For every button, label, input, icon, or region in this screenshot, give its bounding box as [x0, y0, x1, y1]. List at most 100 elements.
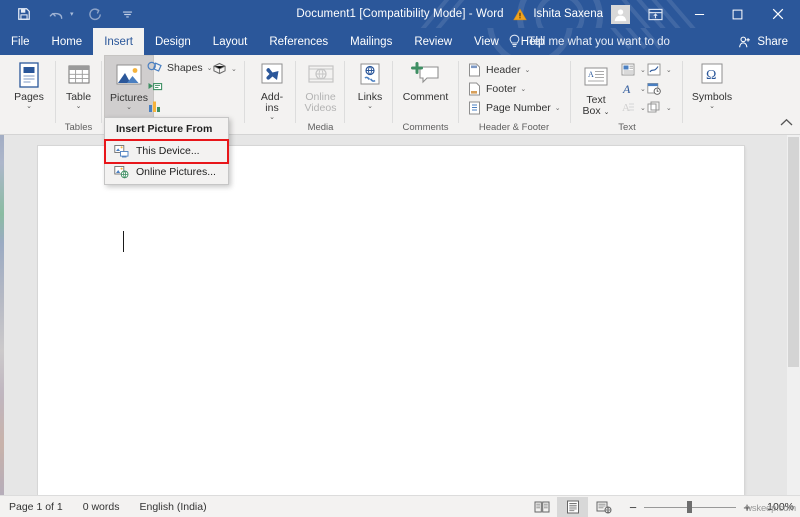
- table-button[interactable]: Table ⌄: [56, 55, 101, 123]
- tab-references[interactable]: References: [258, 28, 339, 55]
- shapes-icon: [147, 61, 163, 75]
- tab-design[interactable]: Design: [144, 28, 202, 55]
- svg-text:A: A: [588, 70, 594, 79]
- pages-caret[interactable]: ⌄: [26, 103, 32, 111]
- pages-label: Pages: [14, 91, 44, 103]
- tab-insert[interactable]: Insert: [93, 28, 144, 55]
- undo-dropdown-caret[interactable]: ▾: [70, 10, 74, 18]
- page-info[interactable]: Page 1 of 1: [9, 501, 63, 513]
- links-icon: [357, 59, 383, 91]
- tab-home[interactable]: Home: [41, 28, 94, 55]
- zoom-out-button[interactable]: −: [627, 500, 639, 515]
- text-box-label: Text Box ⌄: [582, 94, 610, 117]
- minimize-button[interactable]: [680, 0, 718, 28]
- header-icon: [466, 63, 482, 77]
- tab-view[interactable]: View: [463, 28, 510, 55]
- online-pictures-label: Online Pictures...: [136, 165, 216, 178]
- shapes-label: Shapes: [167, 61, 203, 74]
- share-button[interactable]: Share: [738, 28, 788, 55]
- header-caret[interactable]: ⌄: [524, 66, 530, 74]
- avatar[interactable]: [611, 4, 630, 24]
- footer-button[interactable]: Footer ⌄: [466, 79, 568, 98]
- group-label-tables: Tables: [64, 122, 93, 133]
- date-time-button[interactable]: [646, 79, 672, 98]
- svg-text:A: A: [622, 102, 630, 114]
- save-icon[interactable]: [14, 4, 34, 24]
- add-ins-icon: [258, 59, 286, 91]
- comment-button[interactable]: Comment: [394, 55, 457, 123]
- warning-triangle-icon[interactable]: [513, 8, 528, 21]
- symbols-caret[interactable]: ⌄: [709, 103, 715, 111]
- maximize-button[interactable]: [718, 0, 756, 28]
- wordart-button[interactable]: A ⌄: [620, 79, 646, 98]
- online-videos-button[interactable]: Online Videos: [297, 55, 344, 123]
- icons-button[interactable]: [147, 77, 239, 96]
- share-label: Share: [757, 35, 788, 48]
- redo-icon[interactable]: [86, 4, 106, 24]
- tab-mailings[interactable]: Mailings: [339, 28, 403, 55]
- ribbon-group-links: Links ⌄: [348, 55, 392, 135]
- object-button[interactable]: ⌄: [646, 98, 672, 117]
- document-page[interactable]: [38, 146, 744, 495]
- account-name[interactable]: Ishita Saxena: [533, 8, 603, 20]
- pages-button[interactable]: Pages ⌄: [4, 55, 54, 123]
- undo-icon[interactable]: [46, 4, 66, 24]
- tab-label: Home: [51, 35, 83, 48]
- quick-parts-icon: [620, 63, 636, 76]
- tab-label: Mailings: [350, 35, 393, 48]
- tab-label: Insert: [104, 35, 133, 48]
- links-caret[interactable]: ⌄: [367, 103, 373, 111]
- pictures-caret[interactable]: ⌄: [126, 104, 132, 112]
- tab-label: View: [474, 35, 499, 48]
- table-caret[interactable]: ⌄: [76, 103, 82, 111]
- object-caret[interactable]: ⌄: [666, 104, 672, 112]
- header-button[interactable]: Header ⌄: [466, 60, 568, 79]
- symbols-label: Symbols: [691, 91, 733, 103]
- tell-me-search[interactable]: Tell me what you want to do: [508, 28, 670, 55]
- text-small-list-2: ⌄ ⌄: [646, 58, 672, 117]
- page-number-caret[interactable]: ⌄: [555, 104, 561, 112]
- menu-item-this-device[interactable]: This Device...: [105, 140, 228, 161]
- print-layout-view-button[interactable]: [557, 497, 588, 517]
- menu-item-online-pictures[interactable]: Online Pictures...: [105, 161, 228, 182]
- 3d-model-caret[interactable]: ⌄: [231, 65, 237, 73]
- ribbon-display-options-icon[interactable]: [642, 0, 668, 28]
- language-status[interactable]: English (India): [139, 501, 206, 513]
- text-small-list: ⌄ A ⌄ A ⌄: [620, 58, 646, 117]
- tab-layout[interactable]: Layout: [202, 28, 259, 55]
- word-window: ▾ Document1 [Compatibility Mode] - Word …: [0, 0, 800, 517]
- word-count[interactable]: 0 words: [83, 501, 120, 513]
- page-number-button[interactable]: Page Number ⌄: [466, 98, 568, 117]
- title-bar-right: Ishita Saxena: [513, 0, 800, 28]
- web-layout-view-button[interactable]: [588, 497, 619, 517]
- smartart-icon: [147, 80, 163, 94]
- collapse-ribbon-chevron-icon[interactable]: [780, 118, 793, 130]
- comment-icon: [410, 59, 441, 91]
- status-bar: Page 1 of 1 0 words English (India) − + …: [0, 495, 800, 517]
- header-label: Header: [486, 63, 521, 76]
- signature-line-caret[interactable]: ⌄: [666, 66, 672, 74]
- drop-cap-button[interactable]: A ⌄: [620, 98, 646, 117]
- links-button[interactable]: Links ⌄: [348, 55, 392, 123]
- close-button[interactable]: [756, 0, 800, 28]
- group-separator: [682, 61, 683, 123]
- add-ins-caret[interactable]: ⌄: [269, 114, 275, 122]
- zoom-slider-thumb[interactable]: [687, 501, 692, 513]
- 3d-model-button[interactable]: ⌄: [211, 59, 237, 78]
- links-label: Links: [357, 91, 383, 103]
- customize-qat-icon[interactable]: [118, 4, 138, 24]
- vertical-scrollbar[interactable]: [787, 135, 800, 495]
- symbols-button[interactable]: Ω Symbols ⌄: [684, 55, 740, 123]
- tab-file[interactable]: File: [0, 28, 41, 55]
- chart-button[interactable]: [147, 96, 239, 115]
- svg-text:Ω: Ω: [706, 68, 716, 83]
- scrollbar-thumb[interactable]: [788, 137, 799, 367]
- zoom-slider[interactable]: [644, 501, 736, 513]
- footer-caret[interactable]: ⌄: [520, 85, 526, 93]
- text-box-button[interactable]: A Text Box ⌄: [572, 58, 620, 126]
- quick-parts-button[interactable]: ⌄: [620, 60, 646, 79]
- read-mode-view-button[interactable]: [526, 497, 557, 517]
- add-ins-button[interactable]: Add-ins ⌄: [249, 55, 295, 123]
- signature-line-button[interactable]: ⌄: [646, 60, 672, 79]
- tab-review[interactable]: Review: [403, 28, 463, 55]
